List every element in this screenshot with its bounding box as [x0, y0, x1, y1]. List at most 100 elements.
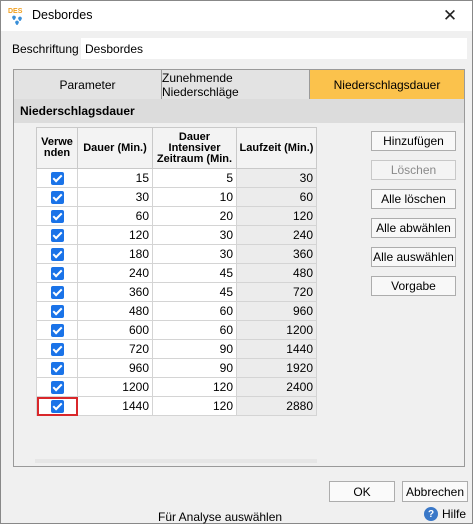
duration-cell[interactable]: 720 — [77, 339, 153, 359]
checkbox-checked-icon[interactable] — [50, 248, 64, 262]
runtime-cell: 240 — [236, 225, 317, 245]
table-row[interactable]: 720 90 1440 — [36, 339, 317, 359]
delete-button[interactable]: Löschen — [371, 160, 456, 180]
intensive-duration-cell[interactable]: 20 — [152, 206, 237, 226]
table-row[interactable]: 960 90 1920 — [36, 358, 317, 378]
intensive-duration-cell[interactable]: 90 — [152, 358, 237, 378]
add-button[interactable]: Hinzufügen — [371, 131, 456, 151]
intensive-duration-cell[interactable]: 120 — [152, 377, 237, 397]
table-row[interactable]: 1200 120 2400 — [36, 377, 317, 397]
header-intensive-duration[interactable]: Dauer Intensiver Zeitraum (Min. — [152, 127, 237, 169]
section-title: Niederschlagsdauer — [20, 104, 135, 118]
duration-cell[interactable]: 1440 — [77, 396, 153, 416]
checkbox-checked-icon[interactable] — [50, 286, 64, 300]
table-row[interactable]: 480 60 960 — [36, 301, 317, 321]
intensive-duration-cell[interactable]: 10 — [152, 187, 237, 207]
ok-button[interactable]: OK — [329, 481, 395, 502]
intensive-duration-cell[interactable]: 60 — [152, 320, 237, 340]
checkbox-checked-icon[interactable] — [50, 172, 64, 186]
intensive-duration-cell[interactable]: 120 — [152, 396, 237, 416]
checkbox-checked-icon[interactable] — [50, 267, 64, 281]
intensive-duration-cell[interactable]: 30 — [152, 225, 237, 245]
table-row[interactable]: 120 30 240 — [36, 225, 317, 245]
delete-all-button[interactable]: Alle löschen — [371, 189, 456, 209]
duration-cell[interactable]: 180 — [77, 244, 153, 264]
intensive-duration-cell[interactable]: 5 — [152, 168, 237, 188]
use-cell[interactable] — [36, 320, 78, 340]
intensive-duration-cell[interactable]: 45 — [152, 282, 237, 302]
duration-table: Verwenden Dauer (Min.) Dauer Intensiver … — [36, 127, 317, 416]
table-row[interactable]: 30 10 60 — [36, 187, 317, 207]
runtime-cell: 30 — [236, 168, 317, 188]
title-bar: DES Desbordes ✕ — [1, 1, 472, 31]
use-cell[interactable] — [36, 396, 78, 416]
cancel-button[interactable]: Abbrechen — [402, 481, 468, 502]
duration-cell[interactable]: 360 — [77, 282, 153, 302]
intensive-duration-cell[interactable]: 90 — [152, 339, 237, 359]
use-cell[interactable] — [36, 377, 78, 397]
deselect-all-button[interactable]: Alle abwählen — [371, 218, 456, 238]
header-use[interactable]: Verwenden — [36, 127, 78, 169]
checkbox-checked-icon[interactable] — [50, 400, 64, 414]
table-row[interactable]: 15 5 30 — [36, 168, 317, 188]
runtime-cell: 1920 — [236, 358, 317, 378]
duration-cell[interactable]: 60 — [77, 206, 153, 226]
checkbox-checked-icon[interactable] — [50, 381, 64, 395]
checkbox-checked-icon[interactable] — [50, 229, 64, 243]
runtime-cell: 2400 — [236, 377, 317, 397]
checkbox-checked-icon[interactable] — [50, 210, 64, 224]
table-row[interactable]: 1440 120 2880 — [36, 396, 317, 416]
header-duration[interactable]: Dauer (Min.) — [77, 127, 153, 169]
runtime-cell: 1440 — [236, 339, 317, 359]
table-row[interactable]: 600 60 1200 — [36, 320, 317, 340]
horizontal-scrollbar[interactable] — [35, 459, 317, 463]
runtime-cell: 360 — [236, 244, 317, 264]
use-cell[interactable] — [36, 225, 78, 245]
duration-cell[interactable]: 1200 — [77, 377, 153, 397]
use-cell[interactable] — [36, 244, 78, 264]
checkbox-checked-icon[interactable] — [50, 305, 64, 319]
duration-cell[interactable]: 15 — [77, 168, 153, 188]
duration-cell[interactable]: 960 — [77, 358, 153, 378]
checkbox-checked-icon[interactable] — [50, 343, 64, 357]
intensive-duration-cell[interactable]: 30 — [152, 244, 237, 264]
header-runtime[interactable]: Laufzeit (Min.) — [236, 127, 317, 169]
duration-cell[interactable]: 600 — [77, 320, 153, 340]
use-cell[interactable] — [36, 282, 78, 302]
table-row[interactable]: 180 30 360 — [36, 244, 317, 264]
duration-cell[interactable]: 30 — [77, 187, 153, 207]
checkbox-checked-icon[interactable] — [50, 324, 64, 338]
caption-input[interactable] — [81, 38, 467, 59]
help-icon: ? — [424, 507, 438, 521]
close-button[interactable]: ✕ — [428, 1, 472, 31]
runtime-cell: 60 — [236, 187, 317, 207]
use-cell[interactable] — [36, 301, 78, 321]
use-cell[interactable] — [36, 358, 78, 378]
duration-cell[interactable]: 480 — [77, 301, 153, 321]
use-cell[interactable] — [36, 206, 78, 226]
intensive-duration-cell[interactable]: 45 — [152, 263, 237, 283]
tab-precipitation-duration[interactable]: Niederschlagsdauer — [310, 70, 464, 99]
use-cell[interactable] — [36, 187, 78, 207]
intensive-duration-cell[interactable]: 60 — [152, 301, 237, 321]
duration-cell[interactable]: 120 — [77, 225, 153, 245]
default-button[interactable]: Vorgabe — [371, 276, 456, 296]
table-row[interactable]: 360 45 720 — [36, 282, 317, 302]
tab-parameter[interactable]: Parameter — [14, 70, 162, 99]
runtime-cell: 1200 — [236, 320, 317, 340]
section-header: Niederschlagsdauer — [13, 99, 465, 123]
table-row[interactable]: 240 45 480 — [36, 263, 317, 283]
duration-cell[interactable]: 240 — [77, 263, 153, 283]
runtime-cell: 2880 — [236, 396, 317, 416]
runtime-cell: 960 — [236, 301, 317, 321]
select-all-button[interactable]: Alle auswählen — [371, 247, 456, 267]
help-link[interactable]: ? Hilfe — [424, 507, 466, 521]
checkbox-checked-icon[interactable] — [50, 362, 64, 376]
tab-increasing-precipitation[interactable]: Zunehmende Niederschläge — [162, 70, 310, 99]
use-cell[interactable] — [36, 168, 78, 188]
use-cell[interactable] — [36, 263, 78, 283]
dialog-window: DES Desbordes ✕ Beschriftung Parameter Z… — [0, 0, 473, 524]
use-cell[interactable] — [36, 339, 78, 359]
table-row[interactable]: 60 20 120 — [36, 206, 317, 226]
checkbox-checked-icon[interactable] — [50, 191, 64, 205]
